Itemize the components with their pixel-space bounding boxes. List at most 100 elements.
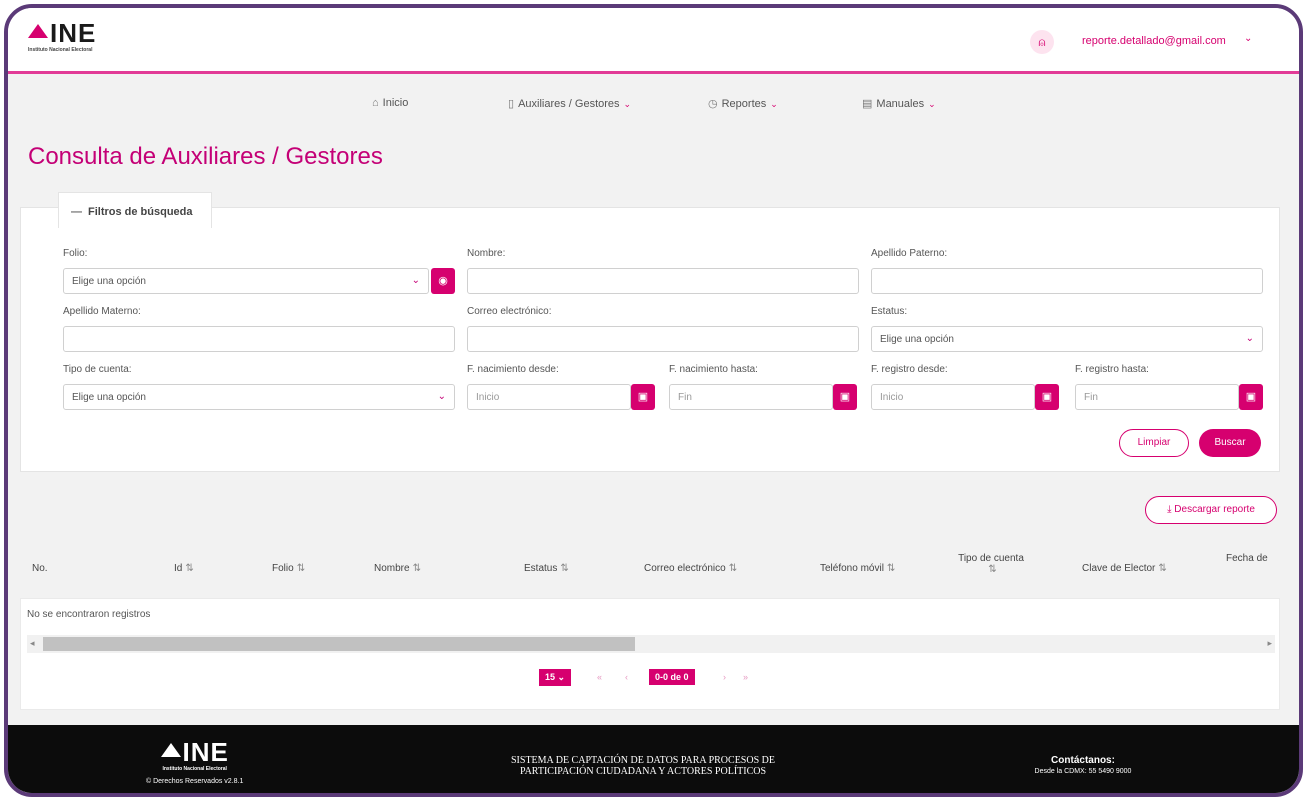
scroll-right-icon[interactable]: ▸ <box>1267 638 1272 649</box>
filters-panel: Folio: Elige una opción ⌄ ◉ Nombre: Apel… <box>20 207 1280 472</box>
footer-rights: © Derechos Reservados v2.8.1 <box>146 778 244 785</box>
estatus-select-value: Elige una opción <box>880 334 954 345</box>
nav-item-manuales[interactable]: ▤ Manuales ⌄ <box>862 97 936 110</box>
col-header-fecha[interactable]: Fecha de <box>1226 553 1268 564</box>
clock-icon: ◷ <box>708 98 718 110</box>
fnac-desde-field[interactable]: Inicio <box>467 384 631 410</box>
col-header-nombre[interactable]: Nombre ⇅ <box>374 563 421 574</box>
sort-icon: ⇅ <box>296 563 306 574</box>
top-header: INE Instituto Nacional Electoral ⍝ repor… <box>8 8 1299 74</box>
estatus-label: Estatus: <box>871 306 908 317</box>
tipo-cuenta-label: Tipo de cuenta: <box>63 364 132 375</box>
col-header-estatus[interactable]: Estatus ⇅ <box>524 563 569 574</box>
calendar-icon[interactable]: ▣ <box>631 384 655 410</box>
filters-tab-label: Filtros de búsqueda <box>88 206 193 218</box>
chevron-down-icon: ⌄ <box>770 99 778 109</box>
freg-desde-label: F. registro desde: <box>871 364 948 375</box>
nav-label: Reportes <box>721 98 767 110</box>
fnac-hasta-label: F. nacimiento hasta: <box>669 364 758 375</box>
col-header-id[interactable]: Id ⇅ <box>174 563 194 574</box>
chevron-down-icon: ⌄ <box>437 391 446 402</box>
footer-system-name: SISTEMA DE CAPTACIÓN DE DATOS PARA PROCE… <box>511 755 775 777</box>
tipo-cuenta-select[interactable]: Elige una opción ⌄ <box>63 384 455 410</box>
app-frame: INE Instituto Nacional Electoral ⍝ repor… <box>4 4 1303 797</box>
sort-icon: ⇅ <box>560 563 569 574</box>
nombre-label: Nombre: <box>467 248 506 259</box>
fnac-hasta-placeholder: Fin <box>678 392 692 403</box>
col-header-telefono[interactable]: Teléfono móvil ⇅ <box>820 563 895 574</box>
page-range: 0-0 de 0 <box>649 669 695 685</box>
limpiar-button[interactable]: Limpiar <box>1119 429 1189 457</box>
collapse-icon: — <box>71 206 82 218</box>
sort-icon: ⇅ <box>185 563 194 574</box>
freg-hasta-placeholder: Fin <box>1084 392 1098 403</box>
freg-desde-field[interactable]: Inicio <box>871 384 1035 410</box>
prev-page-icon[interactable]: ‹ <box>625 672 628 682</box>
col-header-clave-elector[interactable]: Clave de Elector ⇅ <box>1082 563 1167 574</box>
footer: INE Instituto Nacional Electoral © Derec… <box>8 725 1299 793</box>
user-icon[interactable]: ⍝ <box>1030 30 1054 54</box>
buscar-button[interactable]: Buscar <box>1199 429 1261 457</box>
chevron-down-icon[interactable]: ⌄ <box>1244 33 1252 44</box>
estatus-select[interactable]: Elige una opción ⌄ <box>871 326 1263 352</box>
results-table: No se encontraron registros ◂ ▸ 15 ⌄ « ‹… <box>20 598 1280 710</box>
col-header-folio[interactable]: Folio ⇅ <box>272 563 305 574</box>
nombre-field[interactable] <box>467 268 859 294</box>
next-page-icon[interactable]: › <box>723 672 726 682</box>
page-title: Consulta de Auxiliares / Gestores <box>28 143 383 170</box>
freg-desde-placeholder: Inicio <box>880 392 904 403</box>
calendar-icon[interactable]: ▣ <box>1239 384 1263 410</box>
download-report-button[interactable]: ⤓ Descargar reporte <box>1145 496 1277 524</box>
page-size-select[interactable]: 15 ⌄ <box>539 669 572 686</box>
calendar-icon[interactable]: ▣ <box>833 384 857 410</box>
horizontal-scrollbar[interactable]: ◂ ▸ <box>27 635 1275 653</box>
footer-logo-text: INE <box>182 737 229 767</box>
ine-logo[interactable]: INE Instituto Nacional Electoral <box>28 20 96 53</box>
apellido-materno-label: Apellido Materno: <box>63 306 141 317</box>
main-nav: ⌂ Inicio ▯ Auxiliares / Gestores ⌄ ◷ Reporte… <box>8 77 1299 123</box>
col-header-no: No. <box>32 563 48 574</box>
freg-hasta-field[interactable]: Fin <box>1075 384 1239 410</box>
sort-icon: ⇅ <box>1158 563 1167 574</box>
tablet-icon: ▯ <box>508 98 515 110</box>
sort-icon: ⇅ <box>412 563 421 574</box>
fnac-hasta-field[interactable]: Fin <box>669 384 833 410</box>
correo-label: Correo electrónico: <box>467 306 552 317</box>
nav-item-inicio[interactable]: ⌂ Inicio <box>372 97 408 109</box>
nav-item-auxiliares[interactable]: ▯ Auxiliares / Gestores ⌄ <box>508 97 631 110</box>
chevron-down-icon: ⌄ <box>928 99 936 109</box>
folio-select[interactable]: Elige una opción ⌄ <box>63 268 429 294</box>
nav-label: Auxiliares / Gestores <box>518 98 620 110</box>
nav-label: Manuales <box>876 98 925 110</box>
filters-tab[interactable]: — Filtros de búsqueda <box>58 192 212 228</box>
logo-subtitle: Instituto Nacional Electoral <box>28 47 93 53</box>
eye-icon[interactable]: ◉ <box>431 268 455 294</box>
apellido-paterno-field[interactable] <box>871 268 1263 294</box>
logo-text: INE <box>50 18 97 48</box>
chevron-down-icon: ⌄ <box>1245 333 1254 344</box>
correo-field[interactable] <box>467 326 859 352</box>
folio-select-value: Elige una opción <box>72 276 146 287</box>
freg-hasta-label: F. registro hasta: <box>1075 364 1149 375</box>
sort-icon: ⇅ <box>988 564 997 575</box>
chevron-down-icon: ⌄ <box>411 275 420 286</box>
home-icon: ⌂ <box>372 97 379 109</box>
ine-triangle-icon <box>28 24 48 38</box>
nav-item-reportes[interactable]: ◷ Reportes ⌄ <box>708 97 778 110</box>
tipo-cuenta-select-value: Elige una opción <box>72 392 146 403</box>
fnac-desde-label: F. nacimiento desde: <box>467 364 559 375</box>
scroll-left-icon[interactable]: ◂ <box>30 638 35 649</box>
calendar-icon[interactable]: ▣ <box>1035 384 1059 410</box>
apellido-materno-field[interactable] <box>63 326 455 352</box>
scroll-thumb[interactable] <box>43 637 635 651</box>
user-email[interactable]: reporte.detallado@gmail.com <box>1082 35 1226 47</box>
contact-phone: Desde la CDMX: 55 5490 9000 <box>1034 768 1132 775</box>
folio-label: Folio: <box>63 248 88 259</box>
last-page-icon[interactable]: » <box>743 672 748 682</box>
file-icon: ▤ <box>862 98 873 110</box>
first-page-icon[interactable]: « <box>597 672 602 682</box>
col-header-correo[interactable]: Correo electrónico ⇅ <box>644 563 737 574</box>
chevron-down-icon: ⌄ <box>623 99 632 109</box>
col-header-tipo-cuenta[interactable]: Tipo de cuenta ⇅ <box>956 553 1026 575</box>
apellido-paterno-label: Apellido Paterno: <box>871 248 948 259</box>
